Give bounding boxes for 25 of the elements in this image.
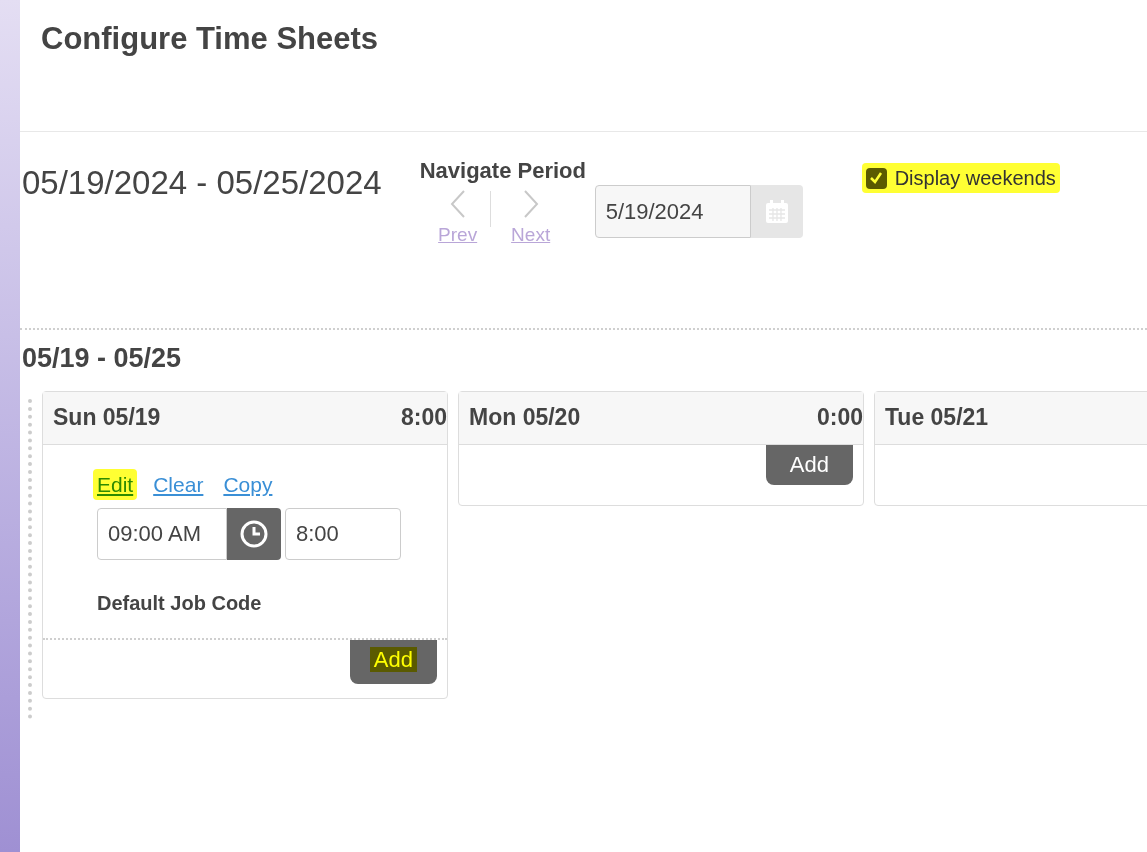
page-title: Configure Time Sheets bbox=[41, 20, 380, 58]
calendar-icon bbox=[763, 198, 790, 225]
navigate-label: Navigate Period bbox=[419, 157, 587, 185]
day-total: 0:00 bbox=[816, 403, 863, 433]
display-weekends-checkbox[interactable]: Display weekends bbox=[861, 163, 1060, 193]
date-input[interactable]: 5/19/2024 bbox=[594, 185, 751, 238]
clock-icon bbox=[239, 519, 269, 549]
job-code-label: Default Job Code bbox=[97, 591, 263, 616]
clock-button[interactable] bbox=[227, 508, 281, 560]
start-time-input[interactable]: 09:00 AM bbox=[97, 508, 227, 560]
day-label: Sun 05/19 bbox=[53, 403, 161, 433]
day-label: Mon 05/20 bbox=[469, 403, 581, 433]
day-total: 8:00 bbox=[400, 403, 447, 433]
calendar-button[interactable] bbox=[750, 185, 803, 238]
action-link[interactable]: Clear bbox=[153, 468, 204, 500]
period-range: 05/19/2024 - 05/25/2024 bbox=[22, 163, 382, 203]
hours-input[interactable]: 8:00 bbox=[285, 508, 401, 560]
add-button[interactable]: Add bbox=[765, 444, 853, 485]
checkbox[interactable] bbox=[865, 167, 887, 189]
action-link[interactable]: Copy bbox=[223, 468, 273, 500]
check-icon bbox=[868, 170, 885, 186]
day-label: Tue 05/21 bbox=[885, 403, 989, 433]
add-button[interactable]: Add bbox=[349, 640, 437, 684]
action-link[interactable]: Edit bbox=[93, 468, 138, 500]
week-label: 05/19 - 05/25 bbox=[22, 342, 183, 375]
